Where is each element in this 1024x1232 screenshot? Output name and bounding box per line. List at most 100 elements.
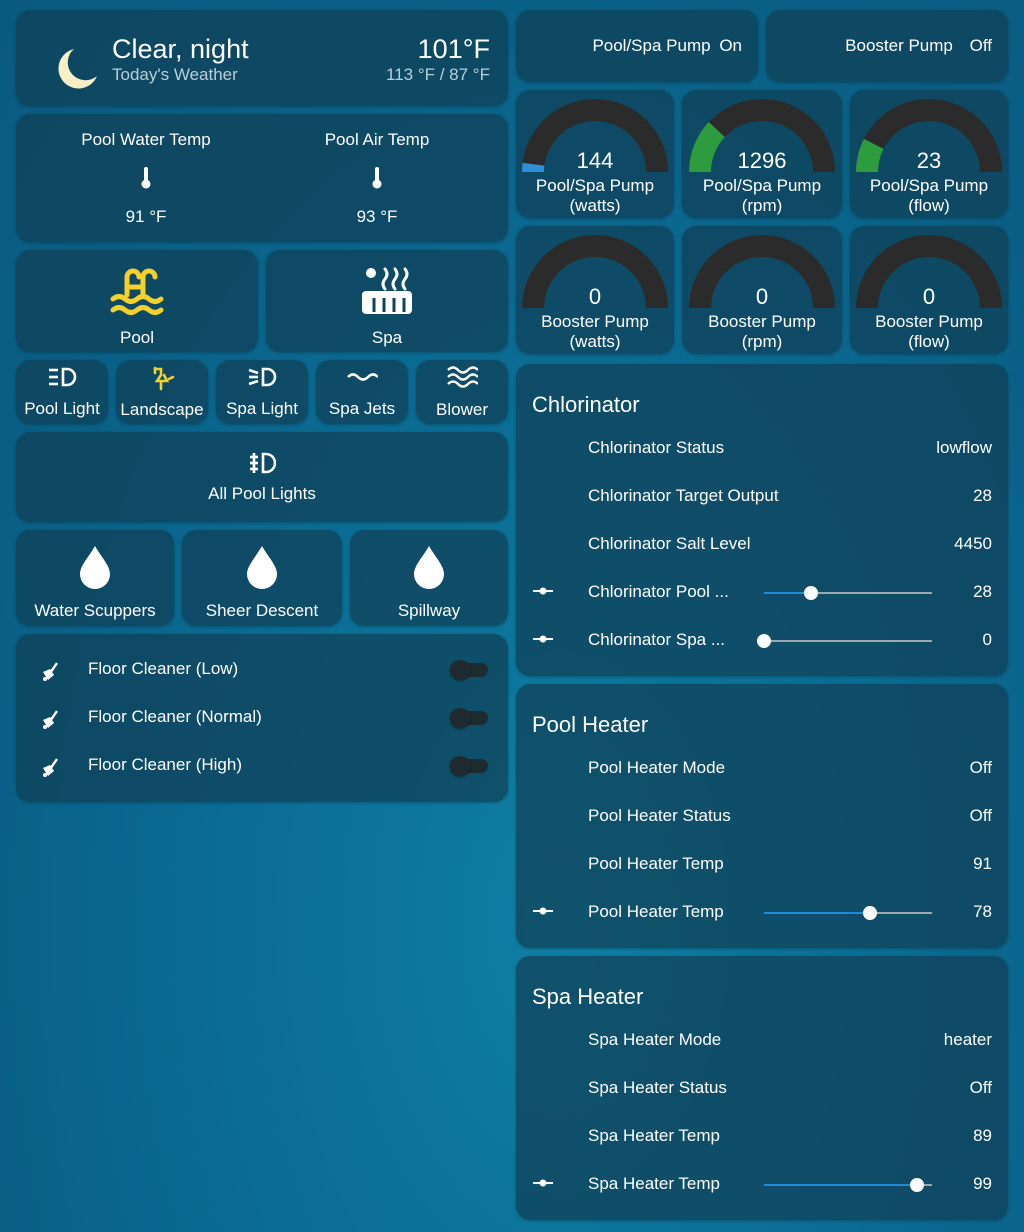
row-value: 89 — [973, 1126, 992, 1145]
sheer-descent-label: Sheer Descent — [205, 600, 319, 620]
headlight-icon — [247, 366, 277, 393]
chlorinator-pool-slider[interactable] — [764, 586, 932, 600]
pool-spa-pump-button[interactable]: Pool/Spa Pump On — [516, 10, 758, 82]
pool-spa-pump-status: Pool/Spa Pump On — [592, 36, 742, 56]
pool-mode-button[interactable]: Pool — [16, 250, 258, 352]
gauge-booster-rpm[interactable]: 0 Booster Pump (rpm) — [682, 226, 842, 354]
row-value: Off — [969, 1078, 992, 1097]
gauge-label: Booster Pump (watts) — [541, 312, 649, 351]
spa-light-label: Spa Light — [226, 398, 298, 418]
pool-spa-pump-state: On — [719, 36, 742, 55]
pool-icon — [109, 265, 165, 322]
fog-light-icon — [248, 451, 277, 480]
pool-heater-mode-row[interactable]: Pool Heater Mode Off — [532, 756, 992, 780]
spa-mode-label: Spa — [371, 327, 403, 347]
pool-heater-setpoint-slider[interactable] — [764, 906, 932, 920]
gauge-value: 1296 — [737, 148, 787, 173]
thermometer-icon — [139, 166, 153, 195]
pool-light-button[interactable]: Pool Light — [16, 360, 108, 424]
water-scuppers-button[interactable]: Water Scuppers — [16, 530, 174, 626]
gauge-booster-flow[interactable]: 0 Booster Pump (flow) — [850, 226, 1008, 354]
spa-heater-mode-row[interactable]: Spa Heater Mode heater — [532, 1028, 992, 1052]
row-name: Pool Heater Mode — [588, 758, 726, 777]
row-value: 91 — [973, 854, 992, 873]
vacuum-icon — [40, 756, 62, 783]
moon-icon — [54, 46, 100, 97]
pool-water-temp-value: 91 °F — [125, 206, 167, 226]
pool-air-temp-label: Pool Air Temp — [324, 129, 430, 149]
row-value: 4450 — [954, 534, 992, 553]
gauge-label: Pool/Spa Pump (rpm) — [702, 176, 822, 215]
floor-cleaner-low-label: Floor Cleaner (Low) — [88, 659, 239, 678]
thermometer-icon — [370, 166, 384, 195]
pool-air-temp-sensor[interactable]: Pool Air Temp 93 °F — [287, 126, 467, 230]
chlorinator-status-row[interactable]: Chlorinator Status lowflow — [532, 436, 992, 460]
all-pool-lights-button[interactable]: All Pool Lights — [16, 432, 508, 522]
landscape-light-button[interactable]: Landscape — [116, 360, 208, 424]
spa-mode-button[interactable]: Spa — [266, 250, 508, 352]
booster-pump-label: Booster Pump — [845, 36, 953, 55]
floor-cleaner-high-toggle[interactable] — [450, 756, 488, 776]
row-name: Spa Heater Mode — [588, 1030, 722, 1049]
headlight-icon — [47, 366, 77, 393]
floor-cleaner-normal-toggle[interactable] — [450, 708, 488, 728]
pool-heater-title: Pool Heater — [532, 712, 649, 737]
ray-vertex-icon — [532, 1175, 554, 1193]
row-name: Chlorinator Status — [588, 438, 725, 457]
hot-tub-icon — [359, 265, 415, 322]
floor-cleaners-card: Floor Cleaner (Low) Floor Cleaner (Norma… — [16, 634, 508, 802]
pool-water-temp-sensor[interactable]: Pool Water Temp 91 °F — [56, 126, 236, 230]
booster-pump-status: Booster Pump Off — [845, 36, 992, 56]
gauge-pool-spa-flow[interactable]: 23 Pool/Spa Pump (flow) — [850, 90, 1008, 218]
row-name: Pool Heater Temp — [588, 854, 724, 873]
row-value: Off — [969, 806, 992, 825]
blower-button[interactable]: Blower — [416, 360, 508, 424]
wave-icon — [346, 366, 379, 393]
chlorinator-spa-slider[interactable] — [757, 634, 932, 648]
row-name: Pool Heater Status — [588, 806, 731, 825]
spa-heater-card: Spa Heater Spa Heater Mode heater Spa He… — [516, 956, 1008, 1220]
vacuum-icon — [40, 708, 62, 735]
pool-temps-card: Pool Water Temp 91 °F Pool Air Temp 93 °… — [16, 114, 508, 242]
row-name: Spa Heater Temp — [588, 1126, 720, 1145]
gauge-value: 0 — [588, 284, 602, 309]
spa-light-button[interactable]: Spa Light — [216, 360, 308, 424]
gauge-value: 0 — [755, 284, 769, 309]
pool-heater-status-row[interactable]: Pool Heater Status Off — [532, 804, 992, 828]
pool-mode-label: Pool — [119, 327, 155, 347]
weather-card[interactable]: Clear, night Today's Weather 101°F 113 °… — [16, 10, 508, 106]
row-name: Chlorinator Salt Level — [588, 534, 751, 553]
ray-vertex-icon — [532, 903, 554, 921]
spa-heater-temp-row[interactable]: Spa Heater Temp 89 — [532, 1124, 992, 1148]
row-value: 78 — [973, 902, 992, 921]
gauge-booster-watts[interactable]: 0 Booster Pump (watts) — [516, 226, 674, 354]
booster-pump-button[interactable]: Booster Pump Off — [766, 10, 1008, 82]
gauge-label: Booster Pump (flow) — [875, 312, 983, 351]
gauge-label: Pool/Spa Pump (flow) — [869, 176, 989, 215]
gauge-label: Pool/Spa Pump (watts) — [535, 176, 655, 215]
spa-heater-setpoint-slider[interactable] — [764, 1178, 932, 1192]
pool-air-temp-value: 93 °F — [356, 206, 398, 226]
row-value: heater — [943, 1030, 992, 1049]
pool-heater-temp-row[interactable]: Pool Heater Temp 91 — [532, 852, 992, 876]
row-name: Chlorinator Target Output — [588, 486, 779, 505]
spa-jets-button[interactable]: Spa Jets — [316, 360, 408, 424]
floor-cleaner-low-toggle[interactable] — [450, 660, 488, 680]
spillway-button[interactable]: Spillway — [350, 530, 508, 626]
blower-label: Blower — [436, 399, 488, 419]
gauge-value: 23 — [916, 148, 942, 173]
row-value: Off — [969, 758, 992, 777]
gauge-pool-spa-watts[interactable]: 144 Pool/Spa Pump (watts) — [516, 90, 674, 218]
pool-heater-card: Pool Heater Pool Heater Mode Off Pool He… — [516, 684, 1008, 948]
sheer-descent-button[interactable]: Sheer Descent — [182, 530, 342, 626]
chlorinator-target-output-row[interactable]: Chlorinator Target Output 28 — [532, 484, 992, 508]
row-value: 28 — [973, 486, 992, 505]
pool-water-temp-label: Pool Water Temp — [81, 129, 211, 149]
all-pool-lights-label: All Pool Lights — [208, 483, 316, 503]
gauge-pool-spa-rpm[interactable]: 1296 Pool/Spa Pump (rpm) — [682, 90, 842, 218]
gauge-value: 144 — [576, 148, 614, 173]
spa-heater-status-row[interactable]: Spa Heater Status Off — [532, 1076, 992, 1100]
chlorinator-salt-level-row[interactable]: Chlorinator Salt Level 4450 — [532, 532, 992, 556]
weather-condition: Clear, night — [112, 34, 249, 64]
floor-cleaner-high-label: Floor Cleaner (High) — [88, 755, 242, 774]
